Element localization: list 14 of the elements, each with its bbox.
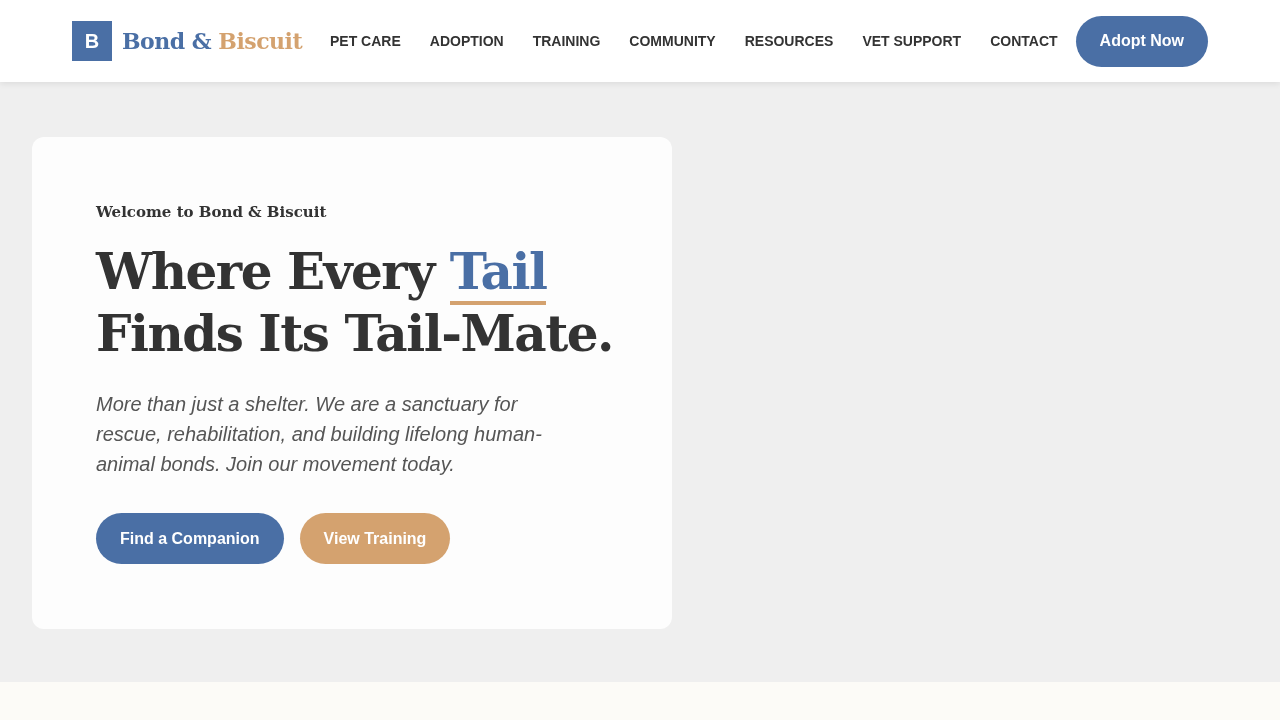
logo-wordmark[interactable]: Bond & Biscuit (122, 28, 303, 54)
nav-link[interactable]: ADOPTION (429, 33, 504, 49)
nav-link[interactable]: COMMUNITY (629, 33, 716, 49)
hero-headline: Where Every Tail Finds Its Tail-Mate. (96, 241, 615, 365)
primary-button[interactable]: Find a Companion (96, 513, 284, 564)
nav-link[interactable]: RESOURCES (744, 33, 834, 49)
nav-link[interactable]: PET CARE (330, 33, 401, 49)
nav-link[interactable]: CONTACT (990, 33, 1058, 49)
adopt-now-button[interactable]: Adopt Now (1075, 15, 1208, 67)
hero-lead: More than just a shelter. We are a sanctuary for rescue, rehabilitation, and building lifelong human-animal bonds. Join our movement today. (96, 392, 543, 477)
logo-mark[interactable]: B (72, 21, 112, 61)
nav-link[interactable]: VET SUPPORT (862, 33, 962, 49)
nav-link[interactable]: TRAINING (532, 33, 601, 49)
hero-eyebrow: Welcome to Bond & Biscuit (96, 203, 328, 221)
